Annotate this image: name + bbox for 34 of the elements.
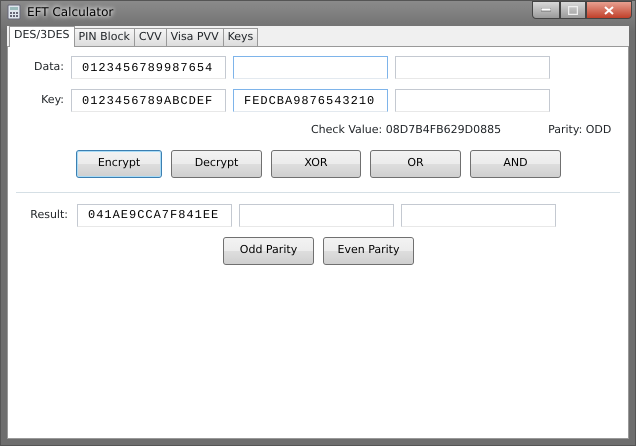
- tab[interactable]: Visa PVV: [166, 28, 224, 46]
- action-button[interactable]: Encrypt: [76, 150, 162, 178]
- check-value-text: Check Value: 08D7B4FB629D0885: [311, 122, 502, 138]
- minimize-button[interactable]: [532, 1, 560, 19]
- input-field[interactable]: [233, 56, 388, 79]
- minimize-icon: [541, 8, 552, 12]
- action-button[interactable]: OR: [370, 150, 461, 178]
- input-field[interactable]: [401, 204, 556, 226]
- tab[interactable]: Keys: [222, 28, 258, 46]
- action-button[interactable]: AND: [470, 150, 561, 178]
- input-field[interactable]: 0123456789ABCDEF: [71, 89, 226, 112]
- window-title: EFT Calculator: [27, 4, 114, 21]
- input-field[interactable]: FEDCBA9876543210: [233, 89, 388, 112]
- maximize-button[interactable]: [560, 1, 586, 19]
- input-field[interactable]: [395, 56, 550, 79]
- input-field[interactable]: 0123456789987654: [71, 56, 226, 79]
- maximize-icon: [568, 6, 578, 14]
- input-field[interactable]: 041AE9CCA7F841EE: [77, 204, 232, 226]
- tab[interactable]: CVV: [134, 28, 167, 46]
- close-icon: [604, 6, 614, 14]
- action-button[interactable]: Decrypt: [171, 150, 262, 178]
- field-label: Result:: [29, 206, 68, 223]
- input-field[interactable]: [395, 89, 550, 112]
- action-button[interactable]: Odd Parity: [223, 236, 314, 264]
- calculator-icon: [7, 4, 21, 20]
- tab[interactable]: DES/3DES: [9, 26, 75, 47]
- action-button[interactable]: Even Parity: [323, 236, 414, 264]
- parity-text: Parity: ODD: [548, 122, 612, 138]
- tab[interactable]: PIN Block: [74, 28, 135, 46]
- close-button[interactable]: [586, 1, 632, 19]
- input-field[interactable]: [239, 204, 394, 226]
- action-button[interactable]: XOR: [271, 150, 361, 178]
- field-label: Key:: [40, 92, 64, 108]
- field-label: Data:: [33, 59, 64, 76]
